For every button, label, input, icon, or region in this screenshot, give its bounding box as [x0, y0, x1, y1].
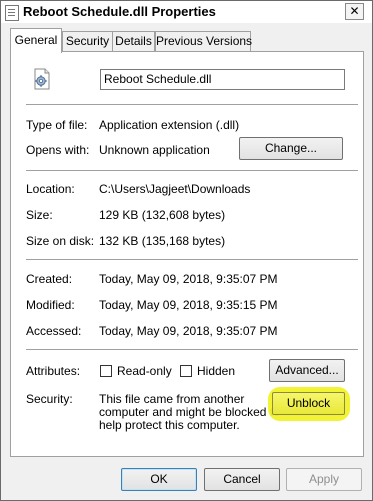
close-button[interactable]: ✕ [345, 3, 364, 20]
file-name-field[interactable]: Reboot Schedule.dll [100, 69, 345, 90]
unblock-button[interactable]: Unblock [272, 392, 345, 415]
size-value: 129 KB (132,608 bytes) [99, 208, 226, 222]
apply-button[interactable]: Apply [286, 468, 362, 491]
advanced-button[interactable]: Advanced... [269, 359, 345, 382]
accessed-label: Accessed: [26, 324, 82, 338]
change-button[interactable]: Change... [239, 137, 343, 160]
modified-label: Modified: [26, 298, 75, 312]
size-label: Size: [26, 208, 53, 222]
cancel-button[interactable]: Cancel [204, 468, 280, 491]
document-icon [5, 5, 19, 21]
size-on-disk-label: Size on disk: [26, 234, 95, 248]
opens-with-label: Opens with: [26, 143, 90, 157]
hidden-label: Hidden [197, 364, 236, 378]
type-value: Application extension (.dll) [99, 118, 240, 132]
ok-button[interactable]: OK [121, 468, 197, 491]
accessed-value: Today, May 09, 2018, 9:35:07 PM [99, 324, 278, 338]
tab-general[interactable]: General [10, 28, 62, 53]
location-label: Location: [26, 182, 75, 196]
divider [26, 170, 358, 171]
general-panel: Reboot Schedule.dll Type of file: Applic… [10, 51, 364, 457]
security-text-line-3: help protect this computer. [99, 418, 240, 432]
tab-previous-versions[interactable]: Previous Versions [155, 31, 252, 52]
security-text-line-1: This file came from another [99, 392, 245, 406]
size-on-disk-value: 132 KB (135,168 bytes) [99, 234, 226, 248]
tab-details[interactable]: Details [112, 31, 155, 52]
window-title: Reboot Schedule.dll Properties [23, 4, 216, 19]
hidden-checkbox[interactable] [180, 365, 192, 377]
properties-window: Reboot Schedule.dll Properties ✕ General… [0, 0, 373, 501]
read-only-checkbox[interactable] [100, 365, 112, 377]
modified-value: Today, May 09, 2018, 9:35:15 PM [99, 298, 278, 312]
dll-gear-file-icon [34, 68, 50, 90]
divider [26, 104, 358, 105]
tab-security[interactable]: Security [62, 31, 113, 52]
location-value: C:\Users\Jagjeet\Downloads [99, 182, 251, 196]
type-label: Type of file: [26, 118, 88, 132]
divider [26, 259, 358, 260]
security-text-line-2: computer and might be blocked to [99, 405, 280, 419]
security-label: Security: [26, 392, 73, 406]
created-value: Today, May 09, 2018, 9:35:07 PM [99, 272, 278, 286]
divider [26, 349, 358, 350]
opens-with-value: Unknown application [99, 143, 210, 157]
created-label: Created: [26, 272, 73, 286]
title-bar[interactable]: Reboot Schedule.dll Properties ✕ [1, 1, 372, 23]
attributes-label: Attributes: [26, 364, 81, 378]
read-only-label: Read-only [117, 364, 172, 378]
